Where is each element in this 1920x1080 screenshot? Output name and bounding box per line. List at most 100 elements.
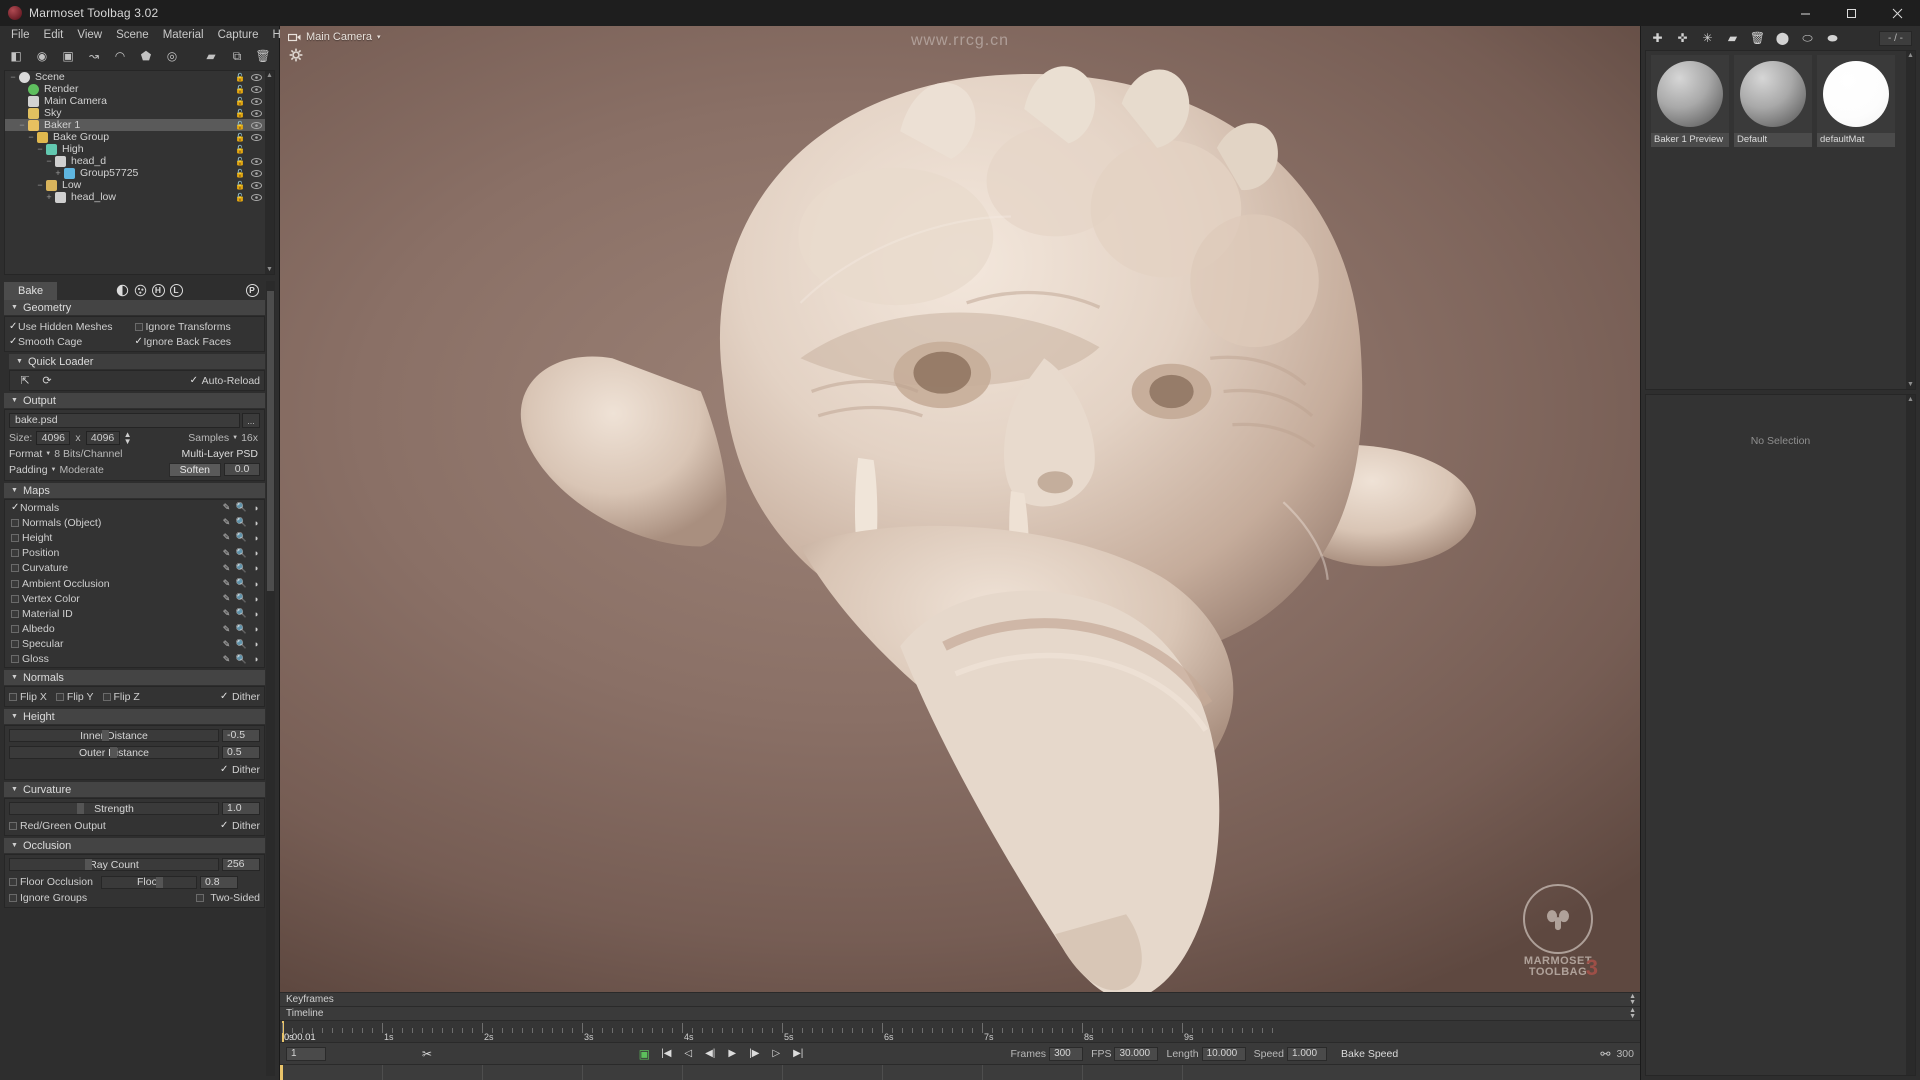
material-cell[interactable]: defaultMat [1817,55,1895,147]
slider-knob[interactable] [156,876,164,888]
section-header-quick-loader[interactable]: ▼ Quick Loader [9,354,265,369]
gear-icon[interactable] [289,48,303,65]
option-red-green-output[interactable]: Red/Green Output [9,820,106,832]
lock-icon[interactable]: 🔓 [234,143,246,155]
preview-magnifier-icon[interactable]: 🔍 [234,548,249,559]
scroll-up-icon[interactable]: ▲ [265,71,274,80]
eye-icon[interactable] [250,179,262,191]
option-ignore-transforms[interactable]: Ignore Transforms [134,319,261,334]
edit-pencil-icon[interactable]: ✎ [219,548,234,559]
material-browser-scrollbar[interactable]: ▲ ▼ [1906,51,1915,389]
delete-material-icon[interactable]: 🗑 [1749,30,1766,47]
preview-magnifier-icon[interactable]: 🔍 [234,654,249,665]
duplicate-icon[interactable]: ⧉ [227,46,247,66]
tree-item-baker-1[interactable]: − Baker 1 🔓 [5,119,274,131]
clear-material-icon[interactable]: ✳ [1699,30,1716,47]
edit-pencil-icon[interactable]: ✎ [219,502,234,513]
eye-icon[interactable] [250,131,262,143]
bake-samples-icon[interactable] [131,283,149,299]
tree-item-low[interactable]: − Low 🔓 [5,179,274,191]
preview-magnifier-icon[interactable]: 🔍 [234,639,249,650]
chevron-down-icon[interactable]: ▼ [232,435,238,441]
cut-keyframe-icon[interactable]: ✂ [422,1047,432,1061]
map-row-gloss[interactable]: Gloss ✎ 🔍 ◗ [5,652,264,667]
edit-pencil-icon[interactable]: ✎ [219,578,234,589]
add-light-icon[interactable]: ◉ [32,46,52,66]
tree-item-render[interactable]: Render 🔓 [5,83,274,95]
length-input[interactable]: 10.000 [1201,1046,1246,1061]
end-frame-value[interactable]: 300 [1616,1048,1634,1060]
maximize-icon[interactable] [1828,0,1874,26]
option-flip-z[interactable]: Flip Z [102,691,140,703]
keyframes-bar[interactable]: Keyframes ▲ ▼ [280,992,1640,1006]
option-ignore-groups[interactable]: Ignore Groups [9,892,87,904]
collapse-icon[interactable]: − [36,180,44,190]
tree-item-main-camera[interactable]: Main Camera 🔓 [5,95,274,107]
material-sphere-icon[interactable]: ◗ [249,563,264,573]
option-flip-x[interactable]: Flip X [9,691,47,703]
collapse-icon[interactable]: − [36,144,44,154]
menu-item-capture[interactable]: Capture [211,27,266,43]
eye-icon[interactable] [250,71,262,83]
minimize-icon[interactable] [1782,0,1828,26]
add-mesh-icon[interactable]: ◧ [6,46,26,66]
bake-speed-button[interactable]: Bake Speed [1341,1048,1398,1060]
lock-icon[interactable]: 🔓 [234,155,246,167]
timeline-ruler[interactable]: 0:00.01 0s 1s 2s 3s 4s 5s 6s 7s 8s 9s [280,1020,1640,1042]
tree-item-bake-group[interactable]: − Bake Group 🔓 [5,131,274,143]
lock-icon[interactable]: 🔓 [234,95,246,107]
material-sphere-icon[interactable]: ◗ [249,548,264,558]
next-keyframe-button[interactable]: ▷ [766,1045,786,1063]
bake-preview-toggle-icon[interactable] [113,283,131,299]
viewport-camera-selector[interactable]: Main Camera ▾ [288,31,381,43]
timeline-track[interactable] [280,1064,1640,1080]
section-header-geometry[interactable]: ▼ Geometry [4,300,265,315]
edit-pencil-icon[interactable]: ✎ [219,593,234,604]
add-sky-icon[interactable]: ◠ [110,46,130,66]
keyframes-collapse-arrows[interactable]: ▲ ▼ [1629,993,1636,1006]
width-input[interactable]: 4096 [36,430,71,445]
tree-item-scene[interactable]: − Scene 🔓 [5,71,274,83]
option-smooth-cage[interactable]: ✓ Smooth Cage [9,334,135,349]
tree-item-group57725[interactable]: + Group57725 🔓 [5,167,274,179]
padding-value[interactable]: Moderate [60,464,104,476]
material-sphere-icon[interactable]: ◗ [249,609,264,619]
add-baker-icon[interactable]: ⬟ [136,46,156,66]
output-filename-input[interactable]: bake.psd [9,413,240,428]
frames-input[interactable]: 300 [1049,1046,1084,1061]
slider-knob[interactable] [76,803,84,815]
slider-knob[interactable] [84,859,92,871]
section-header-output[interactable]: ▼ Output [4,393,265,408]
folder-icon[interactable]: ▰ [201,46,221,66]
map-row-material-id[interactable]: Material ID ✎ 🔍 ◗ [5,606,264,621]
import-material-icon[interactable]: ⬭ [1799,30,1816,47]
tab-bake[interactable]: Bake [4,281,58,300]
add-fog-icon[interactable]: ◎ [162,46,182,66]
outer-distance-slider[interactable]: Outer Distance [9,746,219,760]
slider-knob[interactable] [101,730,109,742]
expand-icon[interactable]: + [54,168,62,178]
map-row-height[interactable]: Height ✎ 🔍 ◗ [5,530,264,545]
eye-icon[interactable] [250,119,262,131]
add-material-icon[interactable]: ✚ [1649,30,1666,47]
preview-magnifier-icon[interactable]: 🔍 [234,608,249,619]
eye-icon[interactable] [250,83,262,95]
collapse-icon[interactable]: − [9,72,17,82]
expand-icon[interactable]: + [45,192,53,202]
option-ignore-back-faces[interactable]: ✓ Ignore Back Faces [135,334,261,349]
menu-item-file[interactable]: File [4,27,37,43]
material-sphere-icon[interactable]: ◗ [249,503,264,513]
chevron-down-icon[interactable]: ▼ [51,467,57,473]
speed-input[interactable]: 1.000 [1286,1046,1327,1061]
current-frame-input[interactable]: 1 [286,1046,326,1061]
preview-magnifier-icon[interactable]: 🔍 [234,517,249,528]
eye-icon[interactable] [250,191,262,203]
edit-pencil-icon[interactable]: ✎ [219,639,234,650]
eye-icon[interactable] [250,107,262,119]
prev-keyframe-button[interactable]: ◁ [678,1045,698,1063]
scene-tree[interactable]: − Scene 🔓 Render 🔓 Main Camera 🔓 Sky 🔓 − Baker 1 🔓 −… [4,70,275,275]
step-back-button[interactable]: ◀| [700,1045,720,1063]
map-row-position[interactable]: Position ✎ 🔍 ◗ [5,546,264,561]
strength-input[interactable]: 1.0 [222,802,260,816]
add-camera-icon[interactable]: ▣ [58,46,78,66]
